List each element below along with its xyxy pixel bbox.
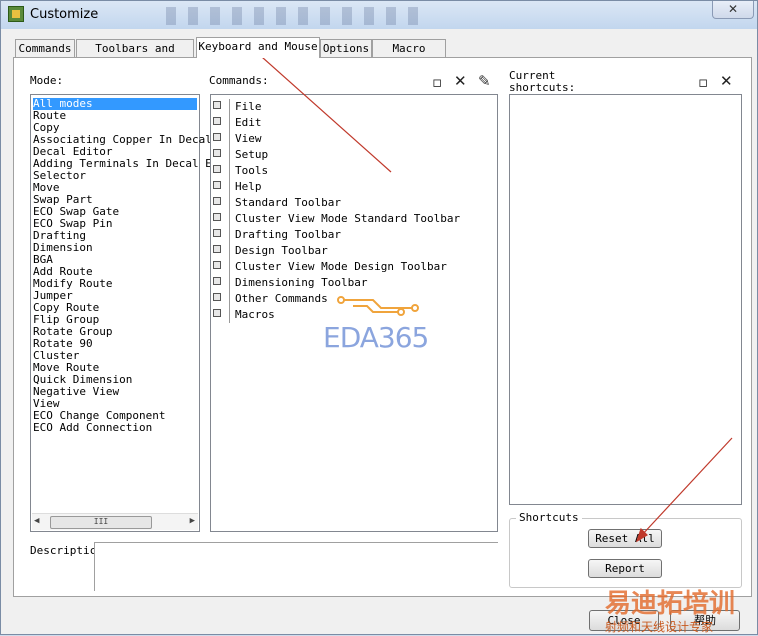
training-watermark: 易迪拓培训 xyxy=(605,589,736,619)
training-watermark-subtitle: 射频和天线设计专家 xyxy=(605,620,714,634)
red-annotation-arrows xyxy=(245,41,733,543)
arrow-to-reset-all xyxy=(640,437,733,537)
tab-keyboard-and-mouse[interactable]: Keyboard and Mouse xyxy=(196,37,320,58)
eda365-watermark: EDA365 xyxy=(323,321,429,354)
arrow-to-keyboard-tab xyxy=(252,48,392,173)
customize-dialog: Customize ✕ Commands Toolbars and Menus … xyxy=(0,0,758,635)
eda365-circuit-logo xyxy=(337,296,419,316)
annotation-overlay xyxy=(245,41,733,543)
